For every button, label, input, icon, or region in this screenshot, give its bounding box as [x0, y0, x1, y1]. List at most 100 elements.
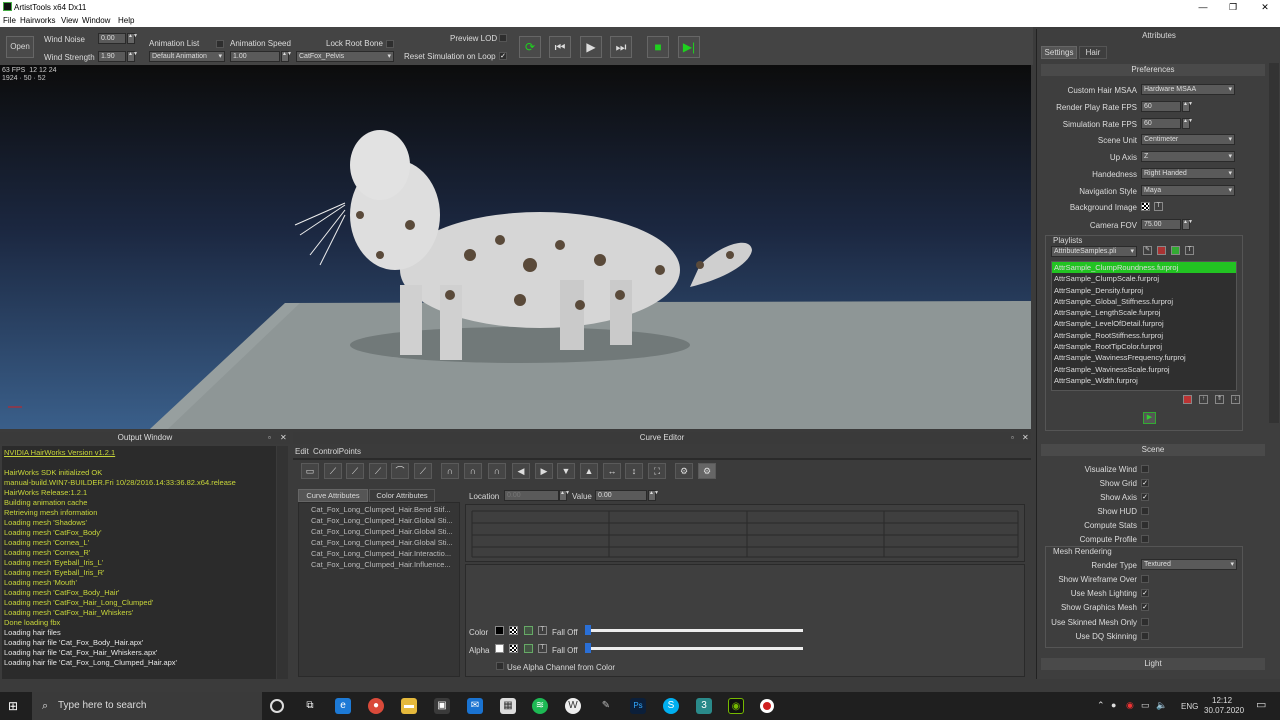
alpha-swatch[interactable] — [495, 644, 504, 653]
animation-list-dropdown[interactable]: Default Animation — [149, 51, 225, 62]
curve-ease-icon[interactable]: ⟋ — [369, 463, 387, 479]
curve-attribute-item[interactable]: Cat_Fox_Long_Clumped_Hair.Global Sti... — [311, 526, 459, 537]
render-type-dropdown[interactable]: Textured — [1141, 559, 1237, 570]
use-alpha-checkbox[interactable] — [496, 662, 504, 670]
reset-sim-checkbox[interactable]: ✓ — [499, 52, 507, 60]
spotify-icon[interactable]: ≋ — [532, 698, 548, 714]
playlist-item[interactable]: AttrSample_RootStiffness.furproj — [1052, 330, 1236, 341]
stop-icon[interactable]: ■ — [647, 36, 669, 58]
volume-icon[interactable]: 🔈 — [1156, 700, 1167, 711]
camera-fov-input[interactable]: 75.00 — [1141, 219, 1181, 230]
open-button[interactable]: Open — [6, 36, 34, 58]
pref-dropdown[interactable]: Hardware MSAA — [1141, 84, 1235, 95]
curve-arch3-icon[interactable]: ∩ — [488, 463, 506, 479]
pref-spinner[interactable]: ▲▼ — [1182, 117, 1193, 129]
output-log[interactable]: NVIDIA HairWorks Version v1.2.1 HairWorks… — [2, 446, 276, 679]
reset-icon[interactable]: ⟳ — [519, 36, 541, 58]
pref-input[interactable]: 60 — [1141, 117, 1181, 129]
playlist-item[interactable]: AttrSample_LevelOfDetail.furproj — [1052, 318, 1236, 329]
playlist-item[interactable]: AttrSample_ClumpScale.furproj — [1052, 273, 1236, 284]
store-icon[interactable]: ▣ — [434, 698, 450, 714]
pref-input[interactable]: 60 — [1141, 100, 1181, 112]
tab-hair[interactable]: Hair — [1079, 46, 1107, 59]
curve-smooth-icon[interactable]: ⌒ — [391, 463, 409, 479]
option-checkbox[interactable] — [1141, 617, 1149, 626]
text-icon[interactable]: T — [538, 644, 547, 653]
move-right-icon[interactable]: ▶ — [535, 463, 553, 479]
close-button[interactable]: ✕ — [1250, 0, 1280, 14]
curve-ramp-icon[interactable]: ⟋ — [324, 463, 342, 479]
close-icon[interactable]: ✕ — [1022, 433, 1029, 442]
camera-fov-spinner[interactable]: ▲▼ — [1182, 219, 1193, 230]
app-w-icon[interactable]: W — [565, 698, 581, 714]
animation-speed-input[interactable]: 1.00 — [230, 51, 280, 62]
menu-hairworks[interactable]: Hairworks — [20, 16, 56, 25]
tray-app-icon[interactable]: ● — [1111, 700, 1116, 710]
curve-attribute-item[interactable]: Cat_Fox_Long_Clumped_Hair.Global Sti... — [311, 537, 459, 548]
tab-curve-attributes[interactable]: Curve Attributes — [298, 489, 368, 502]
pref-dropdown[interactable]: Maya — [1141, 184, 1235, 196]
pref-dropdown[interactable]: Centimeter — [1141, 134, 1235, 146]
playlist-item[interactable]: AttrSample_LengthScale.furproj — [1052, 307, 1236, 318]
maximize-button[interactable]: ❐ — [1218, 0, 1248, 14]
option-checkbox[interactable]: ✓ — [1141, 479, 1149, 487]
text-icon[interactable]: T — [1185, 246, 1194, 255]
fit-height-icon[interactable]: ↕ — [625, 463, 643, 479]
animation-list-checkbox[interactable] — [216, 40, 224, 48]
menu-file[interactable]: File — [3, 16, 16, 25]
root-bone-dropdown[interactable]: CatFox_Pelvis — [296, 51, 394, 62]
curve-menu-edit[interactable]: Edit — [295, 447, 309, 456]
menu-window[interactable]: Window — [82, 16, 110, 25]
option-checkbox[interactable]: ✓ — [1141, 589, 1149, 598]
skip-forward-icon[interactable]: ⏭ — [610, 36, 632, 58]
curve-arch-icon[interactable]: ∩ — [441, 463, 459, 479]
alpha-falloff-slider[interactable] — [591, 647, 803, 650]
curve-attribute-item[interactable]: Cat_Fox_Long_Clumped_Hair.Influence... — [311, 559, 459, 570]
undock-icon[interactable]: ▫ — [1011, 433, 1014, 442]
photoshop-icon[interactable]: Ps — [630, 698, 646, 714]
move-down-icon[interactable]: ↓ — [1231, 395, 1240, 404]
lock-root-bone-checkbox[interactable] — [386, 40, 394, 48]
menu-help[interactable]: Help — [118, 16, 134, 25]
text-icon[interactable]: T — [1154, 202, 1163, 211]
curve-linear-icon[interactable]: ▭ — [301, 463, 319, 479]
preview-lod-checkbox[interactable] — [499, 34, 507, 42]
app-3-icon[interactable]: 3 — [696, 698, 712, 714]
animation-speed-spinner[interactable]: ▲▼ — [281, 51, 292, 62]
scene-header[interactable]: Scene — [1041, 444, 1265, 456]
attributes-scrollbar[interactable] — [1269, 63, 1279, 423]
move-up-icon[interactable]: ↑ — [1199, 395, 1208, 404]
playlist-item[interactable]: AttrSample_Width.furproj — [1052, 375, 1236, 386]
light-header[interactable]: Light — [1041, 658, 1265, 670]
refresh-icon[interactable] — [1171, 246, 1180, 255]
delete-icon[interactable] — [1157, 246, 1166, 255]
pick-icon[interactable] — [524, 644, 533, 653]
wind-strength-spinner[interactable]: ▲▼ — [127, 51, 138, 62]
pref-spinner[interactable]: ▲▼ — [1182, 100, 1193, 112]
preferences-header[interactable]: Preferences — [1041, 64, 1265, 76]
option-checkbox[interactable] — [1141, 575, 1149, 583]
color-swatch[interactable] — [495, 626, 504, 635]
curve-attribute-item[interactable]: Cat_Fox_Long_Clumped_Hair.Bend Stif... — [311, 504, 459, 515]
pref-dropdown[interactable]: Right Handed — [1141, 168, 1235, 179]
notifications-icon[interactable]: ▭ — [1256, 698, 1266, 711]
tray-chevron-icon[interactable]: ⌃ — [1097, 700, 1105, 711]
pick-icon[interactable] — [524, 626, 533, 635]
skip-back-icon[interactable]: ⏮ — [549, 36, 571, 58]
option-checkbox[interactable] — [1141, 631, 1149, 640]
location-spinner[interactable]: ▲▼ — [559, 490, 570, 501]
fit-width-icon[interactable]: ↔ — [603, 463, 621, 479]
menu-view[interactable]: View — [61, 16, 78, 25]
pen-icon[interactable]: ✎ — [598, 698, 614, 714]
pref-dropdown[interactable]: Z — [1141, 151, 1235, 163]
fit-all-icon[interactable]: ⛶ — [648, 463, 666, 479]
playlist-item[interactable]: AttrSample_WavinessFrequency.furproj — [1052, 352, 1236, 363]
playlist-item[interactable]: AttrSample_Density.furproj — [1052, 285, 1236, 296]
curve-attribute-item[interactable]: Cat_Fox_Long_Clumped_Hair.Global Sti... — [311, 515, 459, 526]
option-checkbox[interactable] — [1141, 465, 1149, 473]
background-image-swatch[interactable] — [1141, 202, 1150, 211]
wind-noise-spinner[interactable]: ▲▼ — [127, 33, 138, 44]
edit-icon[interactable]: ✎ — [1143, 246, 1152, 255]
move-up-icon[interactable]: ▲ — [580, 463, 598, 479]
tab-color-attributes[interactable]: Color Attributes — [369, 489, 435, 502]
